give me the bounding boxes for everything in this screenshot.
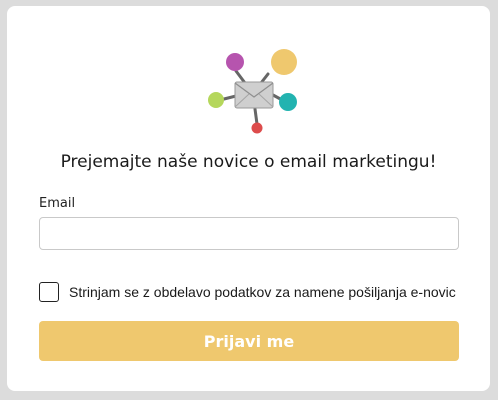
consent-row[interactable]: Strinjam se z obdelavo podatkov za namen… (39, 282, 456, 302)
yellow-node-icon (271, 49, 297, 75)
envelope-icon (234, 81, 274, 109)
subscribe-card: Prejemajte naše novice o email marketing… (7, 6, 490, 391)
email-network-logo-icon (208, 49, 297, 134)
consent-checkbox[interactable] (39, 282, 59, 302)
form-title: Prejemajte naše novice o email marketing… (60, 152, 437, 172)
email-input[interactable] (39, 217, 459, 250)
green-node-icon (208, 92, 224, 108)
red-node-icon (251, 122, 263, 134)
teal-node-icon (279, 93, 297, 111)
subscribe-button[interactable]: Prijavi me (39, 321, 459, 361)
email-label: Email (39, 196, 76, 211)
purple-node-icon (226, 53, 244, 71)
consent-label[interactable]: Strinjam se z obdelavo podatkov za namen… (69, 284, 456, 300)
